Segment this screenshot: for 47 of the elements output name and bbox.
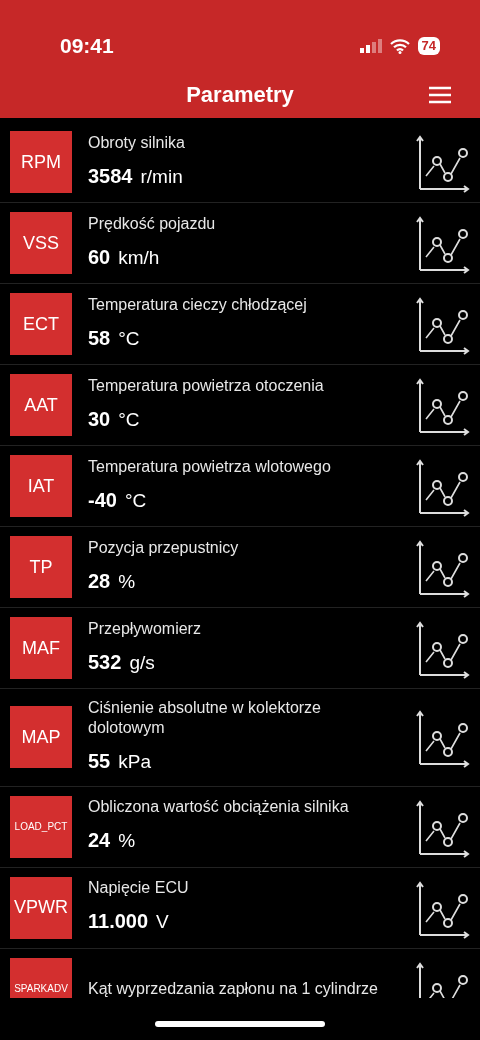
parameter-name: Temperatura powietrza otoczenia	[88, 375, 325, 396]
parameter-unit: %	[118, 829, 136, 854]
parameter-value: 60	[88, 244, 111, 270]
parameter-code-tile: AAT	[10, 374, 72, 436]
parameter-unit: g/s	[129, 650, 155, 675]
parameter-code-tile: VSS	[10, 212, 72, 274]
parameter-value: 30	[88, 406, 111, 432]
parameter-name: Obroty silnika	[88, 132, 186, 153]
parameter-unit: °C	[118, 326, 140, 351]
parameter-code-tile: VPWR	[10, 876, 72, 939]
parameter-code-tile: TP	[10, 536, 72, 598]
parameter-code-tile: LOAD_PCT	[10, 795, 72, 858]
parameter-value: 532	[88, 649, 122, 675]
page-title: Parametry	[186, 80, 294, 109]
parameter-code-tile: IAT	[10, 455, 72, 517]
parameter-name: Prędkość pojazdu	[88, 213, 217, 234]
wifi-icon	[389, 38, 410, 54]
parameter-unit: km/h	[118, 245, 160, 270]
parameter-code-tile: MAF	[10, 617, 72, 679]
signal-icon	[359, 39, 382, 53]
parameter-unit: r/min	[140, 164, 183, 189]
parameter-value: 11.000	[88, 909, 149, 935]
parameter-name: Obliczona wartość obciążenia silnika	[88, 797, 350, 818]
parameter-value: 55	[88, 749, 111, 774]
parameter-value: -40	[88, 487, 117, 513]
parameter-code-tile: SPARKADV	[10, 957, 72, 998]
parameter-code-tile: RPM	[10, 131, 72, 193]
parameter-value: 28	[88, 568, 111, 594]
parameter-value: 24	[88, 828, 111, 854]
parameter-name: Pozycja przepustnicy	[88, 537, 240, 558]
parameter-unit: °C	[124, 488, 147, 513]
parameter-code-tile: ECT	[10, 293, 72, 355]
parameter-name: Temperatura cieczy chłodzącej	[88, 294, 308, 315]
parameter-name: Przepływomierz	[88, 618, 202, 639]
parameter-unit: °C	[118, 407, 140, 432]
status-time: 09:41	[60, 33, 114, 60]
parameter-value: 3584	[88, 163, 133, 189]
parameter-unit: V	[156, 910, 169, 935]
parameter-value: 58	[88, 325, 111, 351]
battery-indicator: 74	[417, 37, 440, 55]
parameter-name: Temperatura powietrza wlotowego	[88, 456, 332, 477]
parameter-name: Napięcie ECU	[88, 878, 190, 899]
parameter-code-tile: MAP	[10, 706, 72, 769]
parameter-unit: %	[118, 569, 136, 594]
parameter-name: Ciśnienie absolutne w kolektorze dolotowym	[88, 698, 322, 738]
parameter-name: Kąt wyprzedzania zapłonu na 1 cylindrze	[88, 978, 379, 998]
parameter-unit: kPa	[118, 750, 151, 774]
